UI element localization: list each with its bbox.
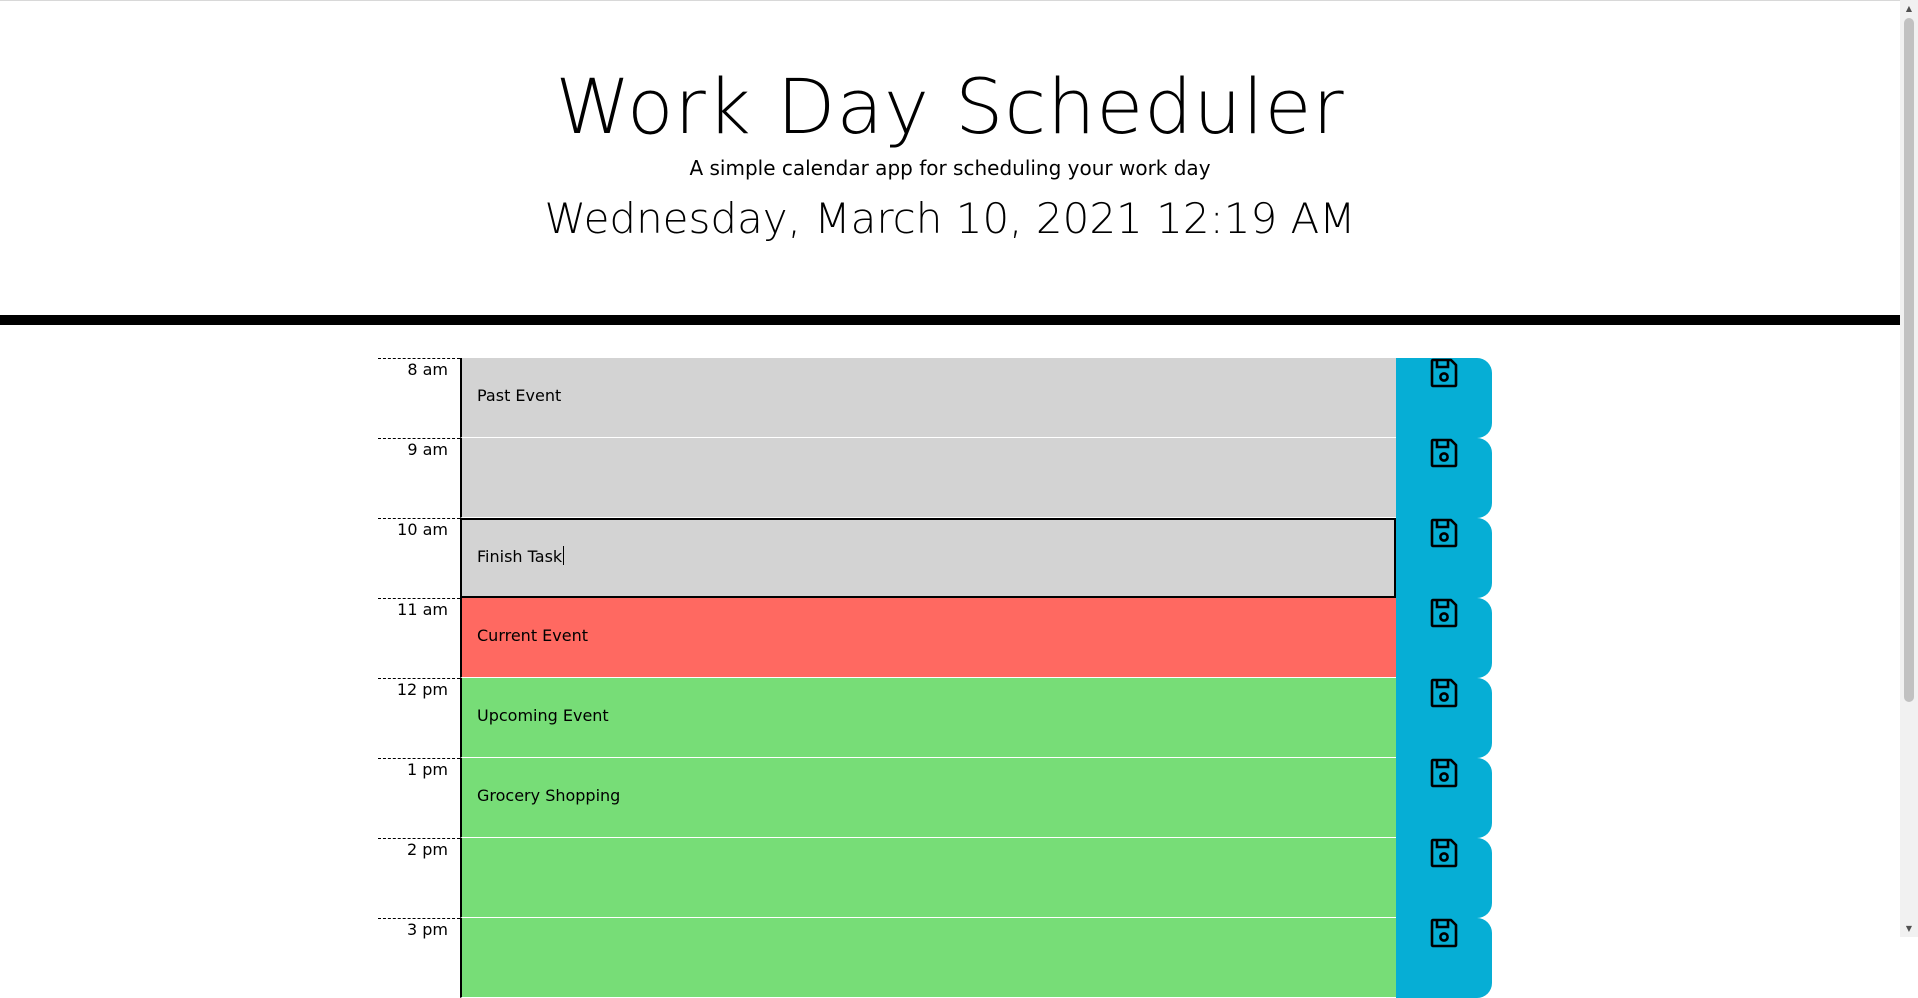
hour-label: 10 am <box>378 518 460 598</box>
floppy-disk-icon <box>1430 678 1458 708</box>
event-description-input[interactable] <box>460 838 1396 918</box>
save-button[interactable] <box>1396 598 1492 678</box>
scheduler: 8 am Past Event 9 am 10 am Finish Task 1… <box>378 358 1492 998</box>
save-button[interactable] <box>1396 758 1492 838</box>
hour-label: 11 am <box>378 598 460 678</box>
event-description-input[interactable] <box>460 438 1396 518</box>
floppy-disk-icon <box>1430 758 1458 788</box>
save-button[interactable] <box>1396 678 1492 758</box>
time-block: 3 pm <box>378 918 1492 998</box>
event-description-input[interactable]: Upcoming Event <box>460 678 1396 758</box>
event-text: Past Event <box>477 386 562 405</box>
hour-label: 8 am <box>378 358 460 438</box>
event-description-input[interactable] <box>460 918 1396 998</box>
floppy-disk-icon <box>1430 598 1458 628</box>
header-divider <box>0 315 1900 325</box>
time-block: 1 pm Grocery Shopping <box>378 758 1492 838</box>
save-button[interactable] <box>1396 838 1492 918</box>
hour-label: 12 pm <box>378 678 460 758</box>
hour-label: 3 pm <box>378 918 460 998</box>
floppy-disk-icon <box>1430 918 1458 948</box>
hour-label: 1 pm <box>378 758 460 838</box>
event-text: Upcoming Event <box>477 706 609 725</box>
hour-label: 2 pm <box>378 838 460 918</box>
save-button[interactable] <box>1396 438 1492 518</box>
scroll-down-arrow-icon[interactable]: ▼ <box>1900 920 1918 937</box>
time-block: 2 pm <box>378 838 1492 918</box>
scroll-up-arrow-icon[interactable]: ▲ <box>1900 0 1918 17</box>
time-block: 9 am <box>378 438 1492 518</box>
time-block: 12 pm Upcoming Event <box>378 678 1492 758</box>
event-description-input[interactable]: Current Event <box>460 598 1396 678</box>
current-day: Wednesday, March 10, 2021 12:19 AM <box>544 194 1356 243</box>
floppy-disk-icon <box>1430 518 1458 548</box>
event-description-input[interactable]: Past Event <box>460 358 1396 438</box>
floppy-disk-icon <box>1430 838 1458 868</box>
time-block: 8 am Past Event <box>378 358 1492 438</box>
header: Work Day Scheduler A simple calendar app… <box>0 0 1900 316</box>
vertical-scrollbar[interactable]: ▲ ▼ <box>1900 0 1918 937</box>
floppy-disk-icon <box>1430 358 1458 388</box>
save-button[interactable] <box>1396 918 1492 998</box>
save-button[interactable] <box>1396 358 1492 438</box>
time-block: 10 am Finish Task <box>378 518 1492 598</box>
hour-label: 9 am <box>378 438 460 518</box>
page-subtitle: A simple calendar app for scheduling you… <box>689 156 1211 180</box>
event-text: Current Event <box>477 626 589 645</box>
event-description-input[interactable]: Finish Task <box>460 518 1396 598</box>
event-text: Grocery Shopping <box>477 786 621 805</box>
event-description-input[interactable]: Grocery Shopping <box>460 758 1396 838</box>
text-caret <box>563 546 565 565</box>
time-block: 11 am Current Event <box>378 598 1492 678</box>
floppy-disk-icon <box>1430 438 1458 468</box>
save-button[interactable] <box>1396 518 1492 598</box>
event-text: Finish Task <box>477 547 563 566</box>
scrollbar-thumb[interactable] <box>1904 18 1914 702</box>
page-title: Work Day Scheduler <box>555 62 1345 151</box>
